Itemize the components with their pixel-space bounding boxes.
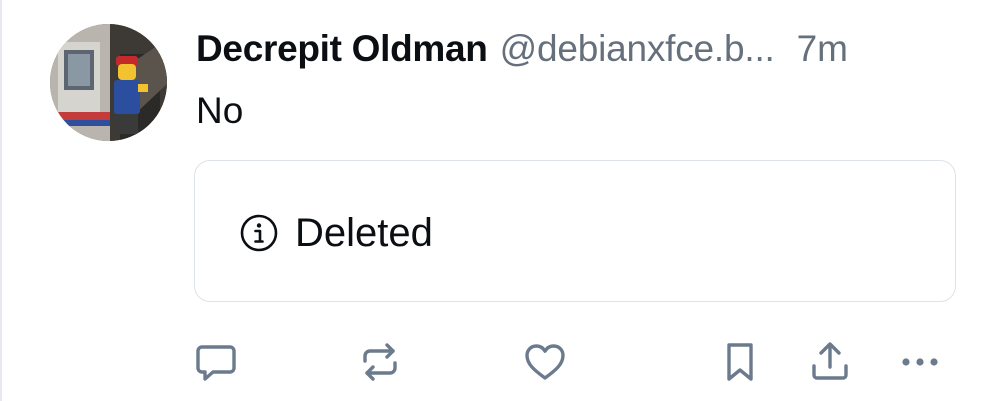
heart-icon — [522, 339, 568, 385]
bookmark-icon — [717, 339, 763, 385]
repost-button[interactable] — [356, 338, 404, 386]
info-circle-icon — [239, 213, 279, 253]
reply-button[interactable] — [192, 338, 240, 386]
more-options-button[interactable] — [896, 338, 944, 386]
author-display-name[interactable]: Decrepit Oldman — [196, 24, 488, 74]
post-text: No — [196, 90, 244, 131]
quoted-post-embed[interactable]: Deleted — [194, 160, 956, 302]
share-icon — [807, 339, 853, 385]
avatar-image — [50, 24, 167, 141]
author-handle[interactable]: @debianxfce.b... — [500, 24, 775, 74]
bookmark-button[interactable] — [716, 338, 764, 386]
post-timestamp[interactable]: 7m — [797, 24, 848, 74]
embed-content: Deleted — [239, 211, 433, 255]
post-card[interactable]: Decrepit Oldman @debianxfce.b... 7m No D… — [0, 0, 1000, 401]
avatar[interactable] — [50, 24, 167, 141]
post-header: Decrepit Oldman @debianxfce.b... 7m — [196, 24, 966, 74]
repost-icon — [357, 339, 403, 385]
speech-bubble-icon — [193, 339, 239, 385]
embed-deleted-label: Deleted — [295, 211, 433, 255]
share-button[interactable] — [806, 338, 854, 386]
like-button[interactable] — [521, 338, 569, 386]
more-dots-icon — [897, 339, 943, 385]
